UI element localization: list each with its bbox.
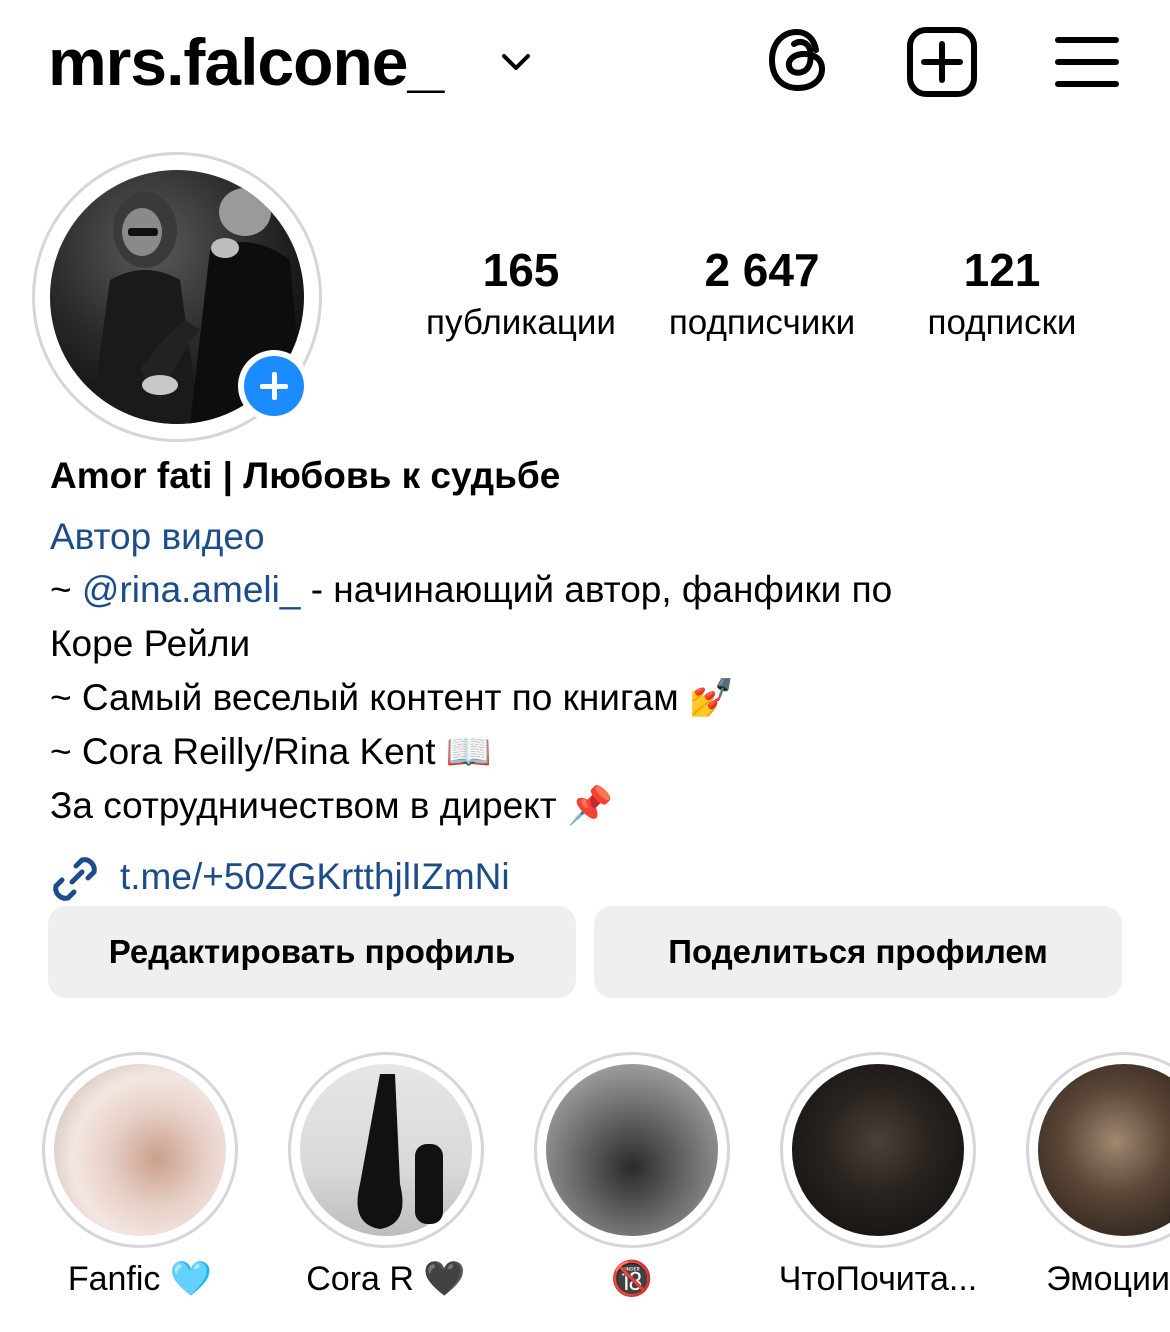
- highlight-cover: [300, 1064, 472, 1236]
- highlight-cora-r[interactable]: [288, 1052, 484, 1248]
- highlight-cover: [546, 1064, 718, 1236]
- highlight-cover: [792, 1064, 964, 1236]
- bio-line-3: ~ Самый веселый контент по книгам 💅: [50, 677, 735, 718]
- stat-followers[interactable]: 2 647 подписчики: [647, 240, 877, 346]
- profile-name: Amor fati | Любовь к судьбе: [50, 455, 561, 496]
- profile-category: Автор видео: [50, 516, 265, 557]
- stat-posts[interactable]: 165 публикации: [406, 240, 636, 346]
- highlight-label: Cora R 🖤: [306, 1260, 466, 1298]
- stat-following-label: подписки: [927, 303, 1077, 342]
- highlight-chtopochita[interactable]: [780, 1052, 976, 1248]
- profile-username[interactable]: mrs.falcone_: [48, 22, 444, 102]
- bio-line-4: ~ Cora Reilly/Rina Kent 📖: [50, 731, 492, 772]
- stat-followers-label: подписчики: [668, 303, 856, 342]
- menu-icon[interactable]: [1052, 34, 1122, 90]
- highlight-18plus[interactable]: [534, 1052, 730, 1248]
- stat-posts-value: 165: [482, 244, 560, 296]
- highlight-fanfic[interactable]: [42, 1052, 238, 1248]
- stat-following[interactable]: 121 подписки: [887, 240, 1117, 346]
- plus-square-icon[interactable]: [906, 26, 978, 98]
- highlight-label: Fanfic 🩵: [67, 1260, 213, 1298]
- share-profile-button[interactable]: Поделиться профилем: [594, 906, 1122, 998]
- bio-line-1: ~ @rina.ameli_ - начинающий автор, фанфи…: [50, 563, 892, 617]
- stat-posts-label: публикации: [426, 303, 616, 342]
- chevron-down-icon[interactable]: [498, 48, 534, 76]
- highlight-cover: [54, 1064, 226, 1236]
- bio-line-1-suffix: - начинающий автор, фанфики по: [300, 569, 893, 610]
- plus-icon: [244, 356, 304, 416]
- link-icon: [53, 857, 97, 901]
- stat-following-value: 121: [963, 244, 1041, 296]
- bio-mention-link[interactable]: @rina.ameli_: [82, 569, 301, 610]
- highlight-emocii[interactable]: [1026, 1052, 1170, 1248]
- highlight-label: 🔞: [610, 1260, 654, 1298]
- bio-external-link[interactable]: t.me/+50ZGKrtthjlIZmNi: [120, 850, 510, 904]
- bio-line-5: За сотрудничеством в директ 📌: [50, 785, 614, 826]
- bio-line-1-prefix: ~: [50, 569, 82, 610]
- threads-icon[interactable]: [764, 24, 834, 96]
- add-story-button[interactable]: [238, 350, 310, 422]
- stat-followers-value: 2 647: [704, 244, 820, 296]
- bio-line-2: Коре Рейли: [50, 623, 251, 664]
- edit-profile-button[interactable]: Редактировать профиль: [48, 906, 576, 998]
- highlight-label: Эмоции: [1046, 1260, 1170, 1298]
